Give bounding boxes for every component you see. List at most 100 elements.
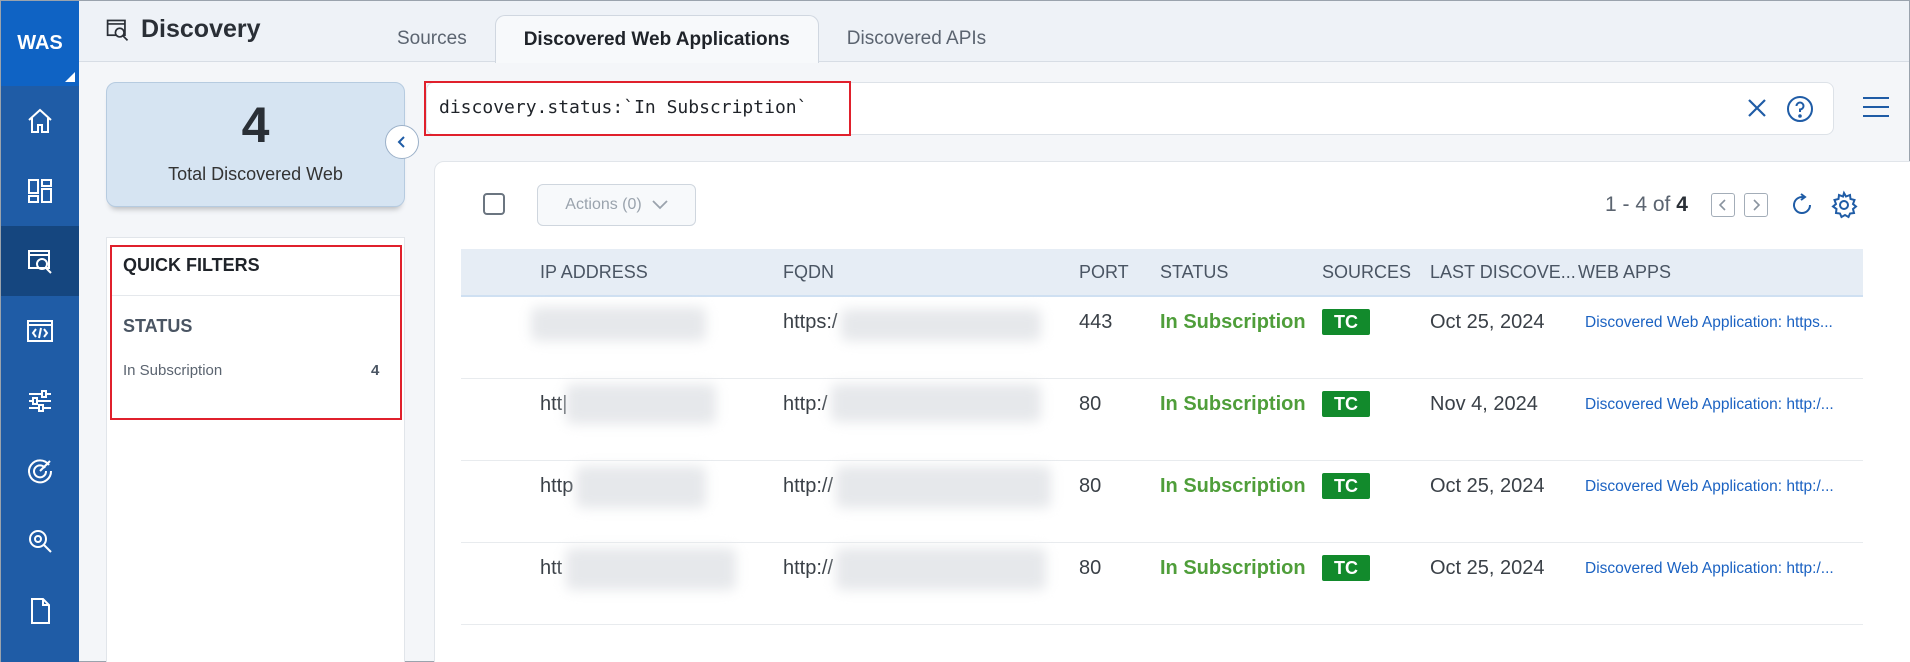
help-icon [1787,96,1813,122]
redacted-fqdn [831,384,1041,422]
filter-in-subscription-count: 4 [371,362,380,379]
last-discovered-cell: Oct 25, 2024 [1430,311,1545,333]
search-bug-icon [29,530,52,553]
tab-discovered-apis[interactable]: Discovered APIs [819,15,1014,62]
pagination-summary: 1 - 4 of 4 [1605,193,1688,217]
source-badge: TC [1322,473,1370,499]
chevron-right-icon [1753,199,1761,211]
nav-web-apps[interactable] [1,296,79,366]
gear-icon [1831,190,1858,219]
next-page-button[interactable] [1744,193,1768,217]
tab-bar: Sources Discovered Web Applications Disc… [369,15,1014,63]
module-switcher[interactable]: WAS [1,1,79,86]
nav-dashboard[interactable] [1,156,79,226]
web-app-link[interactable]: Discovered Web Application: http:/... [1585,560,1855,578]
status-cell: In Subscription [1160,311,1306,333]
column-port[interactable]: PORT [1079,262,1129,283]
port-cell: 443 [1079,311,1113,333]
column-ip-address[interactable]: IP ADDRESS [540,262,648,283]
column-fqdn[interactable]: FQDN [783,262,834,283]
port-cell: 80 [1079,393,1102,415]
left-nav: WAS [1,1,79,662]
refresh-button[interactable] [1788,191,1816,224]
redacted-ip [576,466,706,508]
total-count: 4 [241,97,270,153]
port-cell: 80 [1079,475,1102,497]
source-badge: TC [1322,555,1370,581]
discovery-title-icon [106,19,129,41]
redacted-fqdn [841,309,1041,341]
web-app-icon [27,320,53,342]
chevron-left-icon [397,136,405,148]
pagination-range: 1 - 4 of [1605,193,1677,216]
actions-label: Actions (0) [565,196,642,213]
previous-page-button[interactable] [1711,193,1735,217]
source-badge: TC [1322,309,1370,335]
status-cell: In Subscription [1160,557,1306,579]
column-last-discovered[interactable]: LAST DISCOVE... [1430,262,1576,283]
fqdn-cell: https:/ [783,311,838,333]
help-button[interactable] [1785,94,1815,129]
close-icon [1748,99,1766,117]
nav-detections[interactable] [1,506,79,576]
last-discovered-cell: Oct 25, 2024 [1430,557,1545,579]
web-app-link[interactable]: Discovered Web Application: http:/... [1585,396,1855,414]
menu-button[interactable] [1861,95,1891,124]
pagination-total: 4 [1676,193,1688,216]
nav-configuration[interactable] [1,366,79,436]
nav-reports[interactable] [1,576,79,646]
table-header: IP ADDRESS FQDN PORT STATUS SOURCES LAST… [461,249,1863,297]
select-all-checkbox[interactable] [483,193,505,215]
nav-home[interactable] [1,86,79,156]
port-cell: 80 [1079,557,1102,579]
filter-in-subscription[interactable]: In Subscription [123,362,222,379]
redacted-ip [531,307,706,341]
column-web-apps[interactable]: WEB APPS [1578,262,1671,283]
nav-scans[interactable] [1,436,79,506]
ip-cell: htt [540,557,563,579]
last-discovered-cell: Nov 4, 2024 [1430,393,1538,415]
table-row[interactable]: https:/ 443 In Subscription TC Oct 25, 2… [461,297,1863,379]
web-app-link[interactable]: Discovered Web Application: http:/... [1585,478,1855,496]
search-query-highlight [424,81,851,136]
table-row[interactable]: http http:// 80 In Subscription TC Oct 2… [461,461,1863,543]
fqdn-cell: http:// [783,475,834,497]
last-discovered-cell: Oct 25, 2024 [1430,475,1545,497]
redacted-ip [566,548,736,590]
quick-filters-title: QUICK FILTERS [123,255,260,275]
hamburger-menu-icon [1863,97,1889,117]
total-label: Total Discovered Web [168,164,343,184]
tab-sources[interactable]: Sources [369,15,495,62]
tab-discovered-web-applications[interactable]: Discovered Web Applications [494,15,819,63]
status-cell: In Subscription [1160,475,1306,497]
collapse-panel-button[interactable] [385,125,419,159]
divider [112,295,400,296]
nav-discovery[interactable] [1,226,79,296]
page-title: Discovery [141,15,261,43]
fqdn-cell: http:/ [783,393,828,415]
radar-icon [28,459,53,484]
discovery-icon [28,250,52,274]
chevron-down-icon [652,200,668,210]
brand-label: WAS [17,32,63,54]
document-icon [31,598,50,624]
settings-button[interactable] [1829,190,1859,225]
filter-group-status: STATUS [123,316,193,336]
column-status[interactable]: STATUS [1160,262,1228,283]
source-badge: TC [1322,391,1370,417]
redacted-fqdn [836,548,1046,590]
dashboard-icon [28,179,52,203]
header: Discovery Sources Discovered Web Applica… [79,1,1909,63]
web-app-link[interactable]: Discovered Web Application: https... [1585,314,1855,332]
refresh-icon [1793,193,1812,214]
clear-search-button[interactable] [1745,96,1769,125]
table-row[interactable]: htt http:// 80 In Subscription TC Oct 25… [461,543,1863,625]
home-icon [28,108,52,133]
column-sources[interactable]: SOURCES [1322,262,1411,283]
sliders-icon [29,390,51,412]
fqdn-cell: http:// [783,557,834,579]
actions-dropdown[interactable]: Actions (0) [537,184,696,226]
table-row[interactable]: htt| http:/ 80 In Subscription TC Nov 4,… [461,379,1863,461]
redacted-ip [566,384,716,424]
corner-caret-icon [65,72,75,82]
